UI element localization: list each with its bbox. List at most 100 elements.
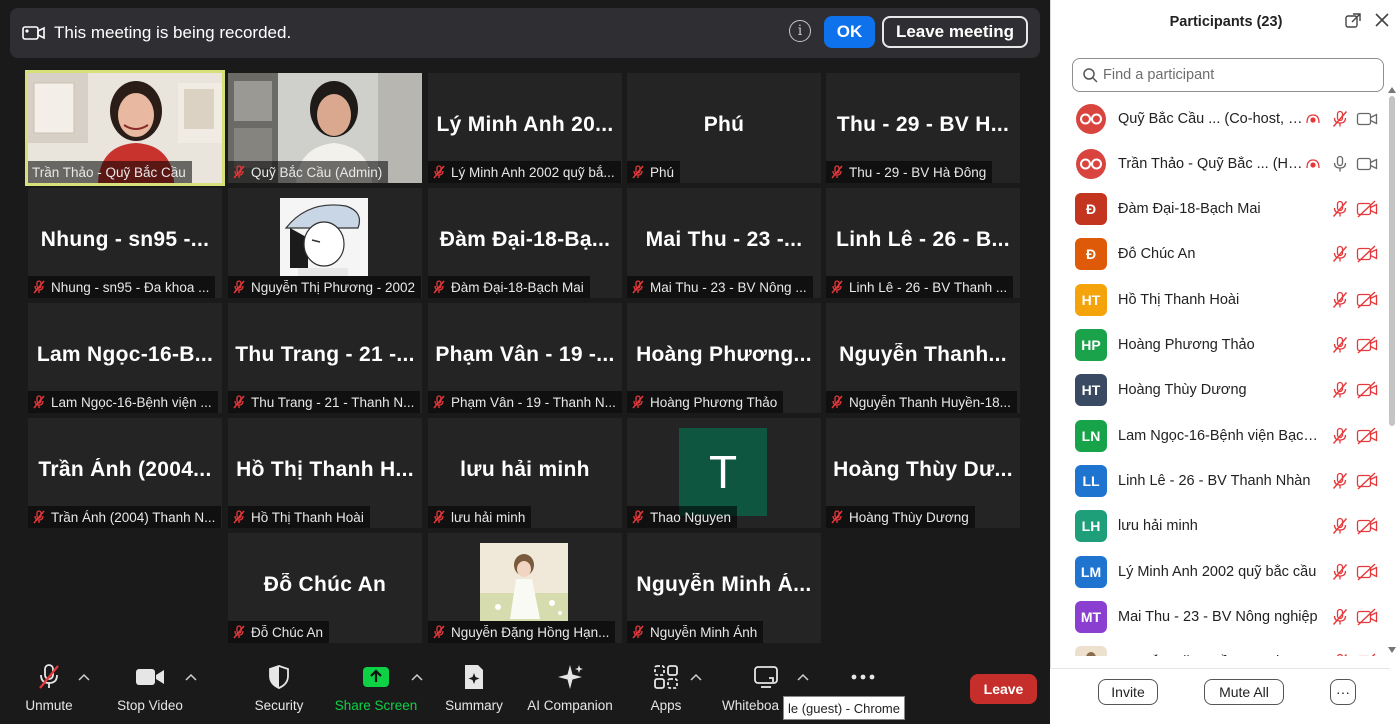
participant-row[interactable]: HP Hoàng Phương Thảo	[1051, 323, 1387, 368]
tile-name-label: Linh Lê - 26 - BV Thanh ...	[826, 276, 1014, 298]
scroll-down-arrow-icon[interactable]	[1388, 646, 1396, 654]
tile-label-text: Hoàng Thùy Dương	[849, 509, 969, 525]
tile-display-name: Hồ Thị Thanh H...	[236, 458, 414, 481]
microphone-muted-icon[interactable]	[1331, 653, 1349, 656]
security-button[interactable]: Security	[253, 662, 305, 722]
microphone-muted-icon[interactable]	[1331, 245, 1349, 263]
microphone-muted-icon[interactable]	[1331, 381, 1349, 399]
video-tile[interactable]: Phú Phú	[627, 73, 821, 183]
leave-meeting-button[interactable]: Leave meeting	[882, 16, 1028, 48]
audio-options-caret-icon[interactable]	[78, 670, 92, 681]
video-tile[interactable]: Nguyễn Minh Á... Nguyễn Minh Ánh	[627, 533, 821, 643]
microphone-muted-icon[interactable]	[1331, 110, 1349, 128]
microphone-muted-icon[interactable]	[1331, 472, 1349, 490]
ai-companion-button[interactable]: AI Companion	[526, 662, 614, 722]
apps-options-caret-icon[interactable]	[690, 670, 704, 681]
video-off-icon	[1356, 608, 1378, 626]
participant-search[interactable]	[1072, 58, 1384, 92]
video-off-icon	[1356, 517, 1378, 535]
microphone-muted-icon[interactable]	[1331, 336, 1349, 354]
tile-name-label: Mai Thu - 23 - BV Nông ...	[627, 276, 813, 298]
unmute-button[interactable]: Unmute	[24, 662, 74, 722]
video-tile[interactable]: Quỹ Bắc Cầu (Admin)	[228, 73, 422, 183]
apps-button[interactable]: Apps	[648, 662, 684, 722]
participant-row[interactable]: LH lưu hải minh	[1051, 504, 1387, 549]
microphone-muted-icon[interactable]	[1331, 291, 1349, 309]
search-input[interactable]	[1103, 67, 1373, 83]
video-tile[interactable]: Mai Thu - 23 -... Mai Thu - 23 - BV Nông …	[627, 188, 821, 298]
microphone-muted-icon	[32, 510, 46, 524]
participant-row[interactable]: Trần Thảo - Quỹ Bắc ... (Host)	[1051, 141, 1387, 186]
video-tile[interactable]: Hoàng Thùy Dư... Hoàng Thùy Dương	[826, 418, 1020, 528]
video-tile[interactable]: Trần Thảo - Quỹ Bắc Cầu	[25, 70, 225, 186]
video-off-icon	[1356, 562, 1378, 581]
video-tile[interactable]: Lam Ngọc-16-B... Lam Ngọc-16-Bệnh viện ..…	[28, 303, 222, 413]
video-options-caret-icon[interactable]	[185, 670, 199, 681]
participant-row[interactable]: Đ Đàm Đại-18-Bạch Mai	[1051, 187, 1387, 232]
microphone-muted-icon[interactable]	[1331, 427, 1349, 445]
video-tile[interactable]: Thu - 29 - BV H... Thu - 29 - BV Hà Đông	[826, 73, 1020, 183]
info-icon[interactable]: i	[789, 20, 811, 42]
microphone-muted-icon[interactable]	[1331, 563, 1349, 581]
tile-display-name: Trần Ánh (2004...	[38, 458, 212, 481]
tile-display-name: Mai Thu - 23 -...	[645, 228, 803, 251]
recording-banner: This meeting is being recorded. i OK Lea…	[10, 8, 1040, 58]
share-options-caret-icon[interactable]	[411, 670, 425, 681]
participant-row[interactable]: LN Lam Ngọc-16-Bệnh viện Bạch ...	[1051, 413, 1387, 458]
microphone-muted-icon	[432, 165, 446, 179]
summary-button[interactable]: Summary	[443, 662, 505, 722]
participant-row[interactable]: HT Hồ Thị Thanh Hoài	[1051, 277, 1387, 322]
tile-display-name: Thu Trang - 21 -...	[235, 343, 415, 366]
video-tile[interactable]: Hoàng Phương... Hoàng Phương Thảo	[627, 303, 821, 413]
mute-all-button[interactable]: Mute All	[1204, 679, 1284, 705]
video-tile[interactable]: Đỗ Chúc An Đỗ Chúc An	[228, 533, 422, 643]
video-tile[interactable]: Nguyễn Thanh... Nguyễn Thanh Huyền-18...	[826, 303, 1020, 413]
whiteboard-label: Whiteboa	[722, 698, 780, 713]
video-tile[interactable]: Nguyễn Đặng Hồng Hạn...	[428, 533, 622, 643]
microphone-muted-icon[interactable]	[1331, 608, 1349, 626]
tile-label-text: Hoàng Phương Thảo	[650, 394, 778, 410]
participant-list-scrollbar[interactable]	[1389, 96, 1395, 426]
tile-label-text: Phú	[650, 164, 675, 180]
microphone-muted-icon[interactable]	[1331, 517, 1349, 535]
more-options-button[interactable]: ···	[1330, 679, 1356, 705]
scroll-up-arrow-icon[interactable]	[1388, 86, 1396, 94]
video-tile[interactable]: Linh Lê - 26 - B... Linh Lê - 26 - BV Tha…	[826, 188, 1020, 298]
tile-label-text: Nguyễn Đặng Hồng Hạn...	[451, 624, 610, 640]
participant-row[interactable]: Nguyễn Đặng Hồng Hạnh-16...	[1051, 640, 1387, 656]
stop-video-button[interactable]: Stop Video	[116, 662, 184, 722]
video-tile[interactable]: Trần Ánh (2004... Trần Ánh (2004) Thanh N…	[28, 418, 222, 528]
whiteboard-options-caret-icon[interactable]	[797, 670, 811, 681]
video-tile[interactable]: Phạm Vân - 19 -... Phạm Vân - 19 - Thanh …	[428, 303, 622, 413]
video-tile[interactable]: Hồ Thị Thanh H... Hồ Thị Thanh Hoài	[228, 418, 422, 528]
video-tile[interactable]: lưu hải minh lưu hải minh	[428, 418, 622, 528]
tile-display-name: Nguyễn Thanh...	[839, 343, 1007, 366]
participant-row[interactable]: Đ Đỗ Chúc An	[1051, 232, 1387, 277]
participant-row[interactable]: LM Lý Minh Anh 2002 quỹ bắc cầu	[1051, 549, 1387, 594]
avatar: Đ	[1075, 193, 1107, 226]
close-icon[interactable]	[1374, 12, 1392, 30]
tile-label-text: lưu hải minh	[451, 509, 526, 525]
video-tile[interactable]: Đàm Đại-18-Bạ... Đàm Đại-18-Bạch Mai	[428, 188, 622, 298]
participant-row[interactable]: MT Mai Thu - 23 - BV Nông nghiệp	[1051, 594, 1387, 639]
tile-name-label: Nguyễn Thị Phương - 2002	[228, 276, 421, 298]
video-tile[interactable]: Thu Trang - 21 -... Thu Trang - 21 - Than…	[228, 303, 422, 413]
stop-video-label: Stop Video	[117, 698, 183, 713]
microphone-icon[interactable]	[1331, 155, 1349, 173]
video-tile[interactable]: Nhung - sn95 -... Nhung - sn95 - Đa khoa …	[28, 188, 222, 298]
invite-button[interactable]: Invite	[1098, 679, 1158, 705]
video-tile[interactable]: Lý Minh Anh 20... Lý Minh Anh 2002 quỹ bắ…	[428, 73, 622, 183]
participant-row[interactable]: LL Linh Lê - 26 - BV Thanh Nhàn	[1051, 458, 1387, 503]
microphone-muted-icon[interactable]	[1331, 200, 1349, 218]
video-tile[interactable]: T Thao Nguyen	[627, 418, 821, 528]
ok-button[interactable]: OK	[824, 16, 875, 48]
participant-row[interactable]: Quỹ Bắc Cầu ... (Co-host, me)	[1051, 96, 1387, 141]
apps-icon	[650, 662, 682, 692]
tile-label-text: Linh Lê - 26 - BV Thanh ...	[849, 279, 1008, 295]
video-tile[interactable]: Nguyễn Thị Phương - 2002	[228, 188, 422, 298]
share-screen-button[interactable]: Share Screen	[335, 662, 417, 722]
microphone-muted-icon	[631, 625, 645, 639]
participant-row[interactable]: HT Hoàng Thùy Dương	[1051, 368, 1387, 413]
leave-button[interactable]: Leave	[970, 674, 1037, 704]
popout-icon[interactable]	[1345, 13, 1363, 31]
